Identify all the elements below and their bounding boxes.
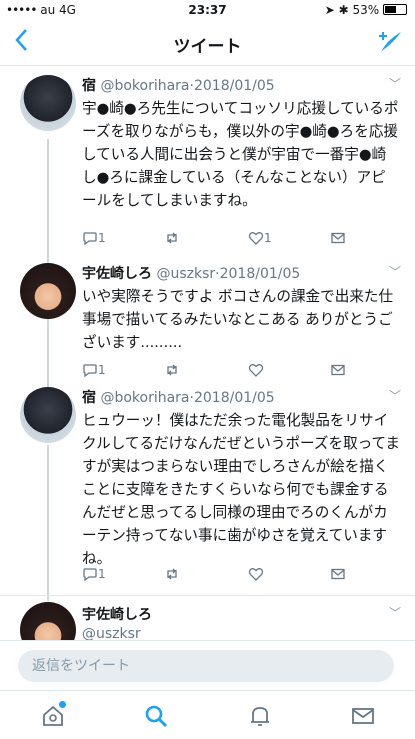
tab-home[interactable] bbox=[40, 701, 66, 729]
status-bar: ••••• au 4G 23:37 ➤ ✱ 53% bbox=[0, 0, 415, 20]
dm-share-button[interactable] bbox=[330, 362, 346, 378]
tweet-date: 2018/01/05 bbox=[219, 266, 301, 282]
nav-bar: ツイート bbox=[0, 20, 415, 66]
reply-icon bbox=[83, 364, 97, 378]
retweet-button[interactable] bbox=[164, 566, 180, 582]
display-name[interactable]: 宿 bbox=[82, 390, 96, 406]
tab-search[interactable] bbox=[143, 703, 169, 729]
search-icon bbox=[145, 705, 168, 728]
display-name[interactable]: 宿 bbox=[82, 78, 96, 94]
retweet-button[interactable] bbox=[164, 230, 180, 246]
reply-input[interactable]: 返信をツイート bbox=[18, 650, 394, 682]
reply-count: 1 bbox=[98, 363, 106, 377]
tweet-header-handle: @uszksr bbox=[82, 626, 141, 640]
bluetooth-icon: ✱ bbox=[338, 3, 349, 17]
handle[interactable]: @uszksr bbox=[82, 626, 141, 640]
like-button[interactable] bbox=[248, 362, 264, 378]
tweet[interactable]: 宇佐崎しろ ﹀ @uszksr bbox=[0, 595, 415, 640]
tweet[interactable]: 宿 @bokorihara·2018/01/05 ﹀ ヒュウーッ！僕はただ余った… bbox=[0, 379, 415, 597]
page-title: ツイート bbox=[173, 37, 242, 57]
reply-bar: 返信をツイート bbox=[0, 640, 415, 690]
dm-share-button[interactable] bbox=[330, 230, 346, 246]
handle[interactable]: @bokorihara bbox=[100, 390, 189, 406]
status-right: ➤ ✱ 53% bbox=[325, 3, 407, 17]
avatar[interactable] bbox=[20, 602, 76, 640]
reply-count: 1 bbox=[98, 567, 106, 581]
display-name[interactable]: 宇佐崎しろ bbox=[82, 266, 152, 282]
unread-dot bbox=[59, 701, 66, 708]
envelope-icon bbox=[331, 232, 345, 244]
heart-icon bbox=[248, 568, 264, 581]
chevron-down-icon[interactable]: ﹀ bbox=[389, 263, 401, 280]
tweet-header: 宇佐崎しろ @uszksr·2018/01/05 bbox=[82, 266, 301, 282]
retweet-button[interactable] bbox=[164, 362, 180, 378]
tweet-date: 2018/01/05 bbox=[193, 390, 275, 406]
reply-icon bbox=[83, 232, 97, 246]
tweet[interactable]: 宿 @bokorihara·2018/01/05 ﹀ 宇●崎●ろ先生についてコッ… bbox=[0, 67, 415, 255]
tweet-actions: 1 bbox=[82, 566, 382, 584]
heart-icon bbox=[248, 364, 264, 377]
envelope-icon bbox=[331, 568, 345, 580]
chevron-down-icon[interactable]: ﹀ bbox=[389, 387, 401, 404]
retweet-icon bbox=[167, 232, 177, 244]
tweet-actions: 1 1 bbox=[82, 230, 382, 248]
retweet-icon bbox=[167, 364, 177, 376]
display-name[interactable]: 宇佐崎しろ bbox=[82, 607, 152, 623]
like-button[interactable] bbox=[248, 566, 264, 582]
handle[interactable]: @bokorihara bbox=[100, 78, 189, 94]
avatar[interactable] bbox=[20, 75, 76, 131]
chevron-down-icon[interactable]: ﹀ bbox=[389, 604, 401, 621]
location-icon: ➤ bbox=[324, 3, 335, 17]
battery-icon bbox=[383, 4, 407, 15]
chevron-down-icon[interactable]: ﹀ bbox=[389, 75, 401, 92]
avatar[interactable] bbox=[20, 387, 76, 443]
reply-button[interactable]: 1 bbox=[82, 230, 106, 246]
tab-messages[interactable] bbox=[350, 703, 376, 729]
reply-count: 1 bbox=[98, 231, 106, 245]
tweet-header: 宇佐崎しろ bbox=[82, 604, 152, 624]
tab-notifications[interactable] bbox=[247, 703, 273, 729]
tweet-text: 宇●崎●ろ先生についてコッソリ応援しているポーズを取りながらも，僕以外の宇●崎●… bbox=[82, 100, 399, 209]
tweet-date: 2018/01/05 bbox=[193, 78, 275, 94]
tab-bar bbox=[0, 690, 415, 739]
tweet-header: 宿 @bokorihara·2018/01/05 bbox=[82, 78, 275, 94]
tweet-text: いや実際そうですよ ボコさんの課金で出来た仕事場で描いてるみたいなとこある あり… bbox=[82, 288, 394, 351]
tweet-thread: 宿 @bokorihara·2018/01/05 ﹀ 宇●崎●ろ先生についてコッ… bbox=[0, 67, 415, 640]
reply-button[interactable]: 1 bbox=[82, 362, 106, 378]
handle[interactable]: @uszksr bbox=[156, 266, 215, 282]
tweet[interactable]: 宇佐崎しろ @uszksr·2018/01/05 ﹀ いや実際そうですよ ボコさ… bbox=[0, 255, 415, 387]
tweet-header: 宿 @bokorihara·2018/01/05 bbox=[82, 390, 275, 406]
avatar[interactable] bbox=[20, 263, 76, 319]
compose-icon bbox=[379, 32, 401, 52]
battery-percent: 53% bbox=[352, 3, 380, 17]
envelope-icon bbox=[352, 708, 374, 724]
like-button[interactable]: 1 bbox=[248, 230, 272, 246]
like-count: 1 bbox=[264, 231, 272, 245]
heart-icon bbox=[248, 232, 264, 245]
envelope-icon bbox=[331, 364, 345, 376]
dm-share-button[interactable] bbox=[330, 566, 346, 582]
reply-icon bbox=[83, 568, 97, 582]
bell-icon bbox=[251, 707, 269, 726]
reply-button[interactable]: 1 bbox=[82, 566, 106, 582]
compose-button[interactable] bbox=[377, 30, 403, 58]
retweet-icon bbox=[167, 568, 177, 580]
tweet-actions: 1 bbox=[82, 362, 382, 380]
tweet-text: ヒュウーッ！僕はただ余った電化製品をリサイクルしてるだけなんだぜというポーズを取… bbox=[82, 412, 400, 567]
